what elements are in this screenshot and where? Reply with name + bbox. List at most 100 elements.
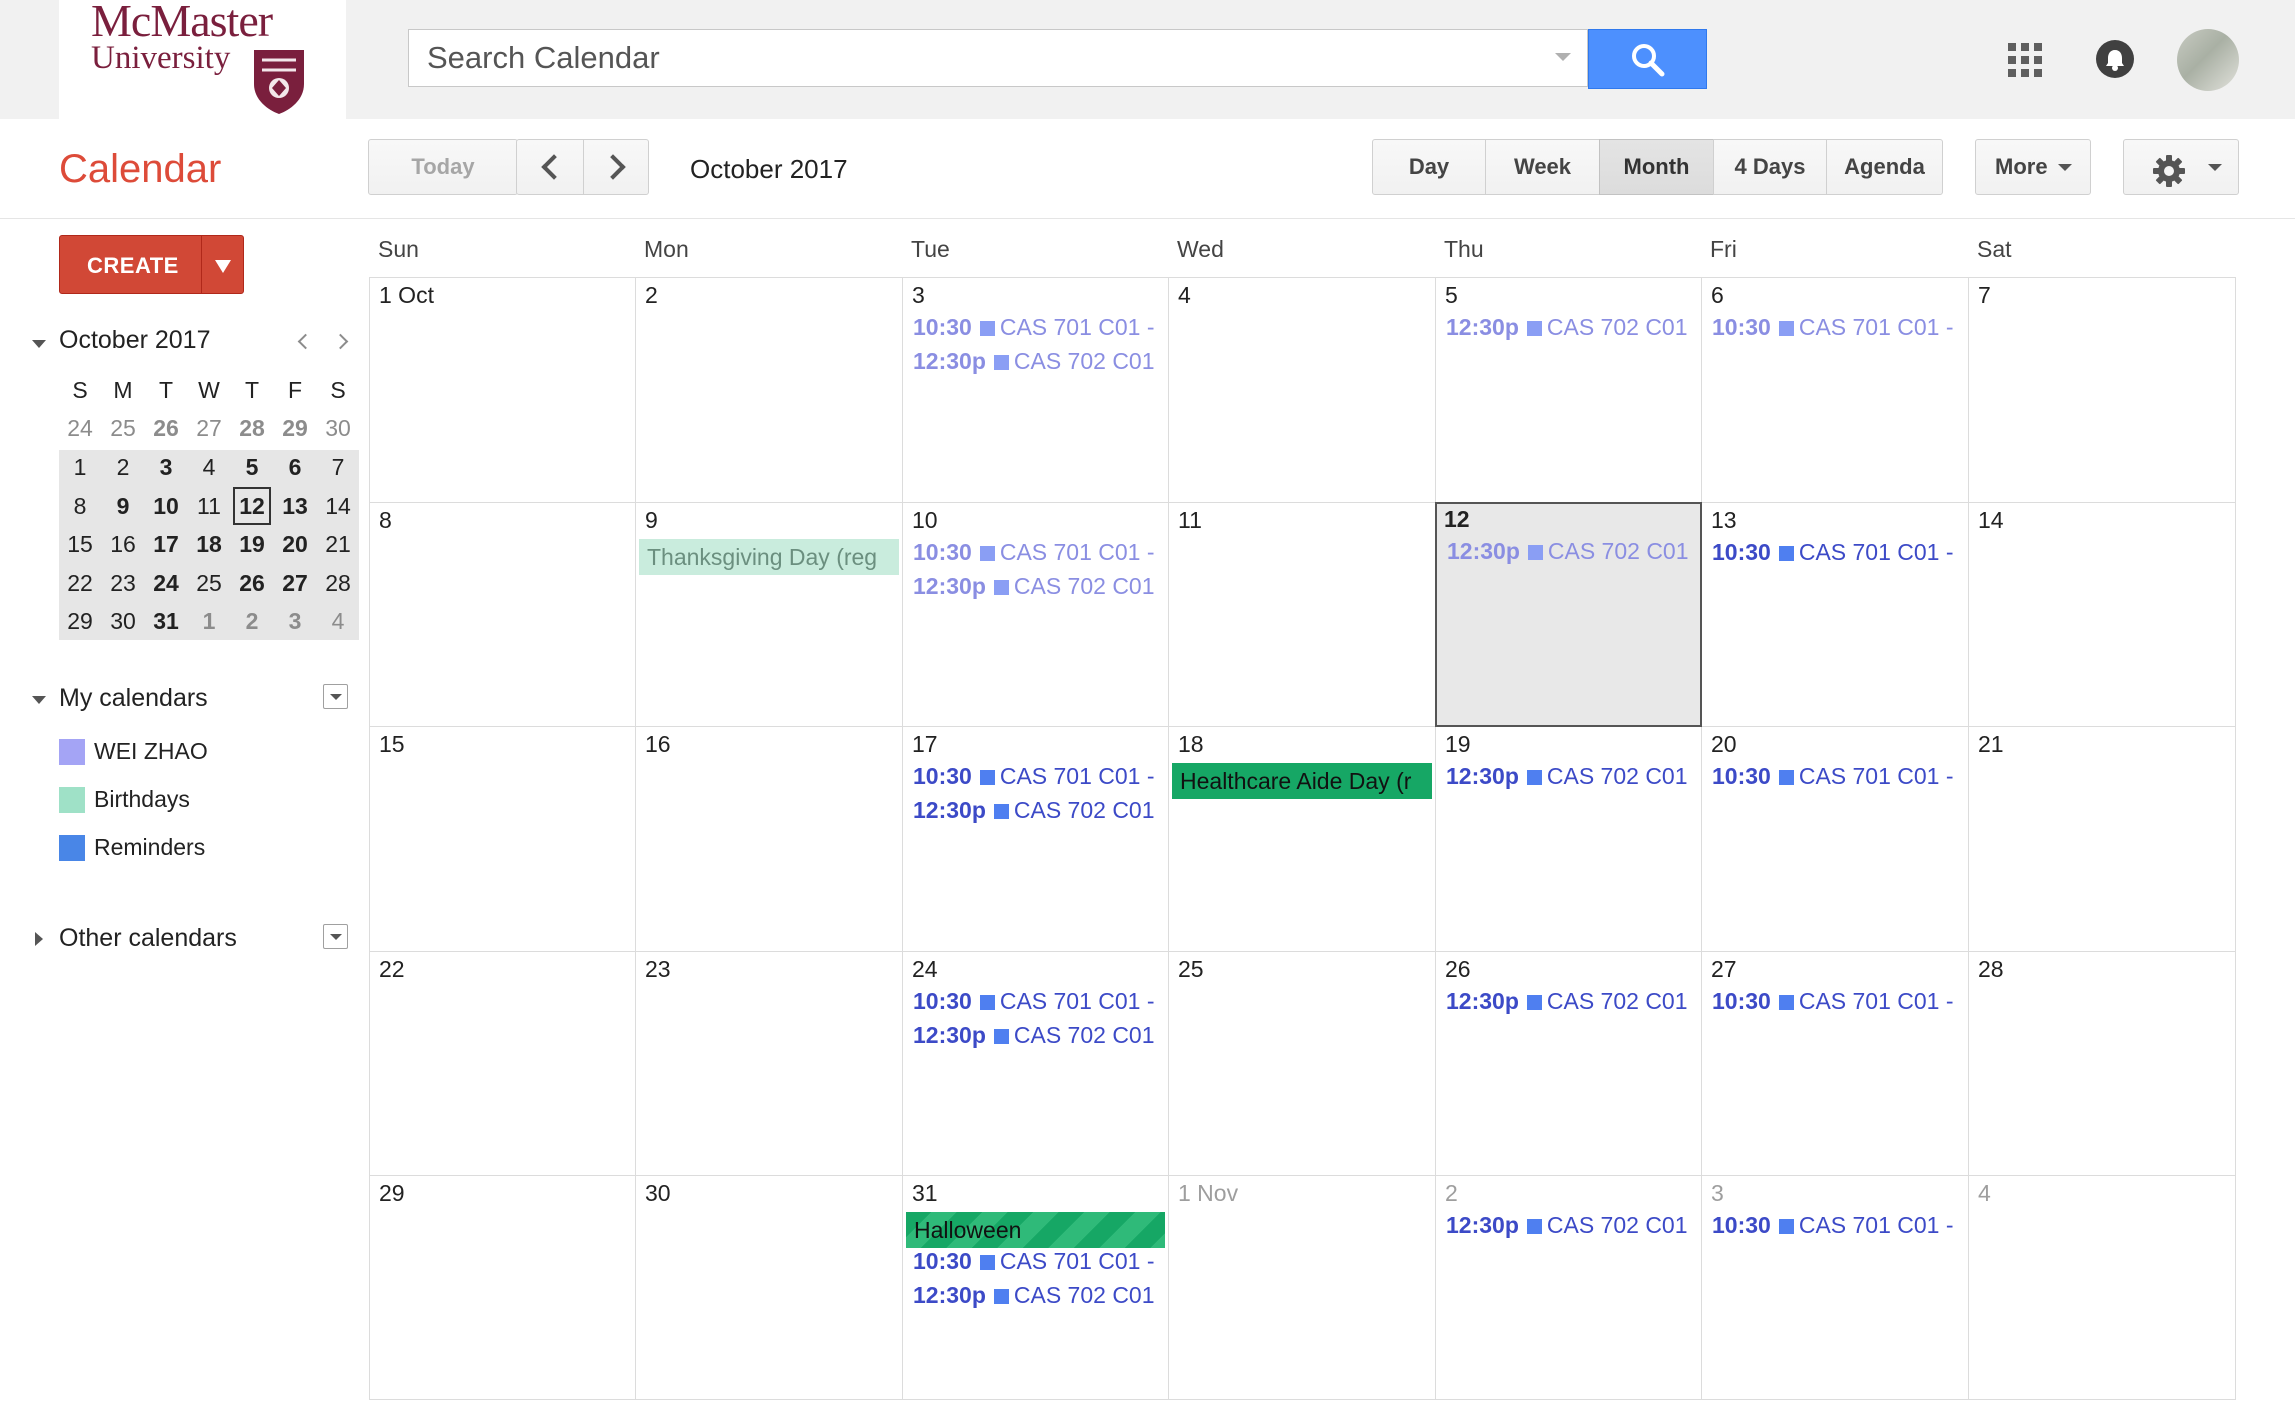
- mini-calendar-next-icon[interactable]: [332, 333, 349, 350]
- event-chip[interactable]: 12:30p CAS 702 C01: [1446, 761, 1688, 791]
- event-chip[interactable]: 12:30p CAS 702 C01: [913, 1020, 1155, 1050]
- day-cell[interactable]: 18 Healthcare Aide Day (r: [1169, 727, 1435, 951]
- mini-calendar-day[interactable]: 23: [102, 564, 144, 602]
- mini-calendar-day[interactable]: 3: [145, 448, 187, 486]
- event-chip[interactable]: 12:30p CAS 702 C01: [913, 795, 1155, 825]
- mini-calendar-day[interactable]: 2: [102, 448, 144, 486]
- event-chip[interactable]: 10:30 CAS 701 C01 -: [913, 537, 1155, 567]
- mini-calendar-day[interactable]: 2: [231, 602, 273, 640]
- mini-calendar-day[interactable]: 15: [59, 525, 101, 563]
- day-number[interactable]: 8: [379, 507, 392, 534]
- all-day-event[interactable]: Thanksgiving Day (reg: [639, 539, 899, 575]
- next-period-button[interactable]: [583, 139, 649, 195]
- day-cell[interactable]: 20 10:30 CAS 701 C01 -: [1702, 727, 1968, 951]
- day-cell[interactable]: 11: [1169, 503, 1435, 726]
- view-agenda-button[interactable]: Agenda: [1826, 139, 1943, 195]
- app-title[interactable]: Calendar: [59, 147, 221, 192]
- mini-calendar-day[interactable]: 25: [102, 409, 144, 447]
- my-calendars-title[interactable]: My calendars: [59, 684, 208, 713]
- event-chip[interactable]: 12:30p CAS 702 C01: [913, 1280, 1155, 1310]
- day-cell[interactable]: 4: [1169, 278, 1435, 502]
- day-cell[interactable]: 3 10:30 CAS 701 C01 -: [1702, 1176, 1968, 1399]
- mini-calendar-day[interactable]: 13: [274, 487, 316, 525]
- my-calendars-menu-icon[interactable]: [323, 684, 348, 709]
- search-input[interactable]: [409, 30, 1519, 86]
- view-4days-button[interactable]: 4 Days: [1713, 139, 1827, 195]
- day-cell[interactable]: 15: [370, 727, 635, 951]
- day-cell[interactable]: 7: [1969, 278, 2235, 502]
- day-number[interactable]: 1 Nov: [1178, 1180, 1238, 1207]
- more-button[interactable]: More: [1975, 139, 2091, 195]
- day-cell[interactable]: 10 10:30 CAS 701 C01 - 12:30p CAS 702 C01: [903, 503, 1168, 726]
- day-cell[interactable]: 4: [1969, 1176, 2235, 1399]
- day-cell[interactable]: 12 12:30p CAS 702 C01: [1435, 502, 1702, 727]
- mini-calendar-day[interactable]: 25: [188, 564, 230, 602]
- mini-calendar-prev-icon[interactable]: [297, 333, 314, 350]
- event-chip[interactable]: 12:30p CAS 702 C01: [1446, 312, 1688, 342]
- mini-calendar-day[interactable]: 27: [188, 409, 230, 447]
- event-chip[interactable]: 10:30 CAS 701 C01 -: [913, 761, 1155, 791]
- mini-calendar-day[interactable]: 4: [188, 448, 230, 486]
- day-cell[interactable]: 5 12:30p CAS 702 C01: [1436, 278, 1701, 502]
- mini-calendar-day[interactable]: 8: [59, 487, 101, 525]
- day-number[interactable]: 10: [912, 507, 938, 534]
- mini-calendar-day[interactable]: 31: [145, 602, 187, 640]
- other-calendars-menu-icon[interactable]: [323, 924, 348, 949]
- day-cell[interactable]: 30: [636, 1176, 902, 1399]
- mini-calendar-day[interactable]: 1: [188, 602, 230, 640]
- notifications-bell-icon[interactable]: [2096, 40, 2134, 78]
- day-number[interactable]: 26: [1445, 956, 1471, 983]
- calendar-color-swatch[interactable]: [59, 739, 85, 765]
- day-cell[interactable]: 27 10:30 CAS 701 C01 -: [1702, 952, 1968, 1175]
- event-chip[interactable]: 12:30p CAS 702 C01: [1446, 986, 1688, 1016]
- day-cell[interactable]: 16: [636, 727, 902, 951]
- day-cell[interactable]: 24 10:30 CAS 701 C01 - 12:30p CAS 702 C01: [903, 952, 1168, 1175]
- day-number[interactable]: 18: [1178, 731, 1204, 758]
- calendar-color-swatch[interactable]: [59, 787, 85, 813]
- day-cell[interactable]: 14: [1969, 503, 2235, 726]
- create-dropdown-icon[interactable]: [215, 260, 231, 273]
- mini-calendar-day[interactable]: 21: [317, 525, 359, 563]
- event-chip[interactable]: 10:30 CAS 701 C01 -: [913, 312, 1155, 342]
- mini-calendar-day[interactable]: 26: [231, 564, 273, 602]
- day-number[interactable]: 6: [1711, 282, 1724, 309]
- event-chip[interactable]: 10:30 CAS 701 C01 -: [1712, 1210, 1954, 1240]
- mini-calendar-day[interactable]: 7: [317, 448, 359, 486]
- day-cell[interactable]: 13 10:30 CAS 701 C01 -: [1702, 503, 1968, 726]
- mini-calendar-day[interactable]: 3: [274, 602, 316, 640]
- day-number[interactable]: 22: [379, 956, 405, 983]
- day-number[interactable]: 2: [1445, 1180, 1458, 1207]
- mini-calendar-day[interactable]: 24: [59, 409, 101, 447]
- mini-calendar-day[interactable]: 12: [233, 487, 271, 525]
- day-number[interactable]: 4: [1178, 282, 1191, 309]
- mini-calendar-day[interactable]: 28: [231, 409, 273, 447]
- day-cell[interactable]: 17 10:30 CAS 701 C01 - 12:30p CAS 702 C01: [903, 727, 1168, 951]
- user-avatar[interactable]: [2177, 29, 2239, 91]
- event-chip[interactable]: 12:30p CAS 702 C01: [1446, 1210, 1688, 1240]
- previous-period-button[interactable]: [516, 139, 584, 195]
- mini-calendar-day[interactable]: 5: [231, 448, 273, 486]
- mini-calendar-day[interactable]: 29: [274, 409, 316, 447]
- search-button[interactable]: [1588, 29, 1707, 89]
- apps-grid-icon[interactable]: [2008, 43, 2042, 77]
- day-number[interactable]: 23: [645, 956, 671, 983]
- event-chip[interactable]: 10:30 CAS 701 C01 -: [913, 1246, 1155, 1276]
- day-cell[interactable]: 22: [370, 952, 635, 1175]
- day-number[interactable]: 14: [1978, 507, 2004, 534]
- day-number[interactable]: 4: [1978, 1180, 1991, 1207]
- event-chip[interactable]: 10:30 CAS 701 C01 -: [1712, 986, 1954, 1016]
- mini-calendar-day[interactable]: 26: [145, 409, 187, 447]
- day-number[interactable]: 3: [1711, 1180, 1724, 1207]
- day-cell[interactable]: 6 10:30 CAS 701 C01 -: [1702, 278, 1968, 502]
- expand-other-calendars-icon[interactable]: [35, 932, 43, 946]
- mini-calendar-day[interactable]: 20: [274, 525, 316, 563]
- view-month-button[interactable]: Month: [1599, 139, 1714, 195]
- mini-calendar-day[interactable]: 6: [274, 448, 316, 486]
- mini-calendar-day[interactable]: 1: [59, 448, 101, 486]
- day-cell[interactable]: 26 12:30p CAS 702 C01: [1436, 952, 1701, 1175]
- day-number[interactable]: 21: [1978, 731, 2004, 758]
- day-number[interactable]: 12: [1444, 506, 1470, 533]
- day-number[interactable]: 1 Oct: [379, 282, 434, 309]
- day-cell[interactable]: 19 12:30p CAS 702 C01: [1436, 727, 1701, 951]
- mini-calendar-day[interactable]: 28: [317, 564, 359, 602]
